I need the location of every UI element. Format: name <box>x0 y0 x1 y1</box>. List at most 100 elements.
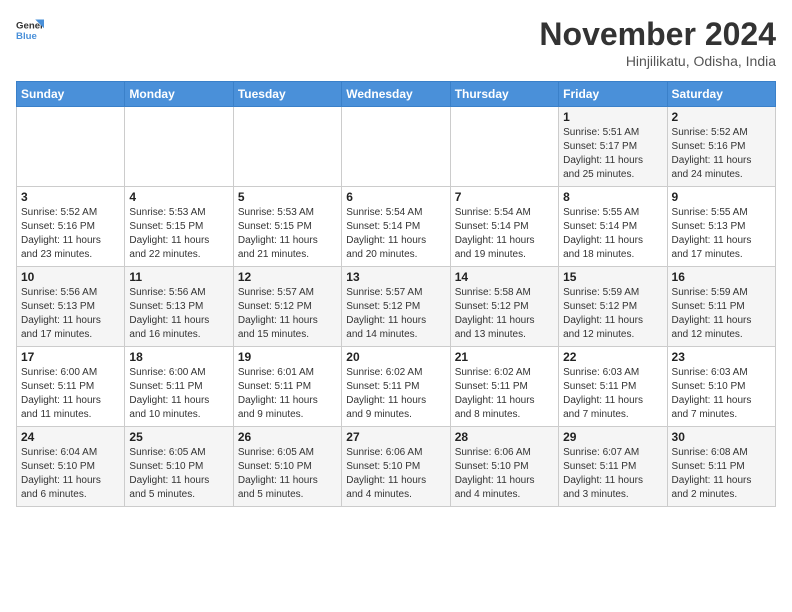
day-info: Sunrise: 5:56 AM Sunset: 5:13 PM Dayligh… <box>129 286 228 342</box>
calendar-day-cell: 17Sunrise: 6:00 AM Sunset: 5:11 PM Dayli… <box>17 347 125 427</box>
logo: General Blue <box>16 16 44 44</box>
calendar-weekday-header: Thursday <box>450 82 558 107</box>
calendar-day-cell: 2Sunrise: 5:52 AM Sunset: 5:16 PM Daylig… <box>667 107 775 187</box>
calendar-weekday-header: Saturday <box>667 82 775 107</box>
calendar-week-row: 3Sunrise: 5:52 AM Sunset: 5:16 PM Daylig… <box>17 187 776 267</box>
calendar-day-cell: 19 Sunrise: 6:01 AM Sunset: 5:11 PM Dayli… <box>233 347 341 427</box>
day-info: Sunrise: 5:55 AM Sunset: 5:13 PM Dayligh… <box>672 206 771 262</box>
day-info: Sunrise: 5:59 AM Sunset: 5:11 PM Dayligh… <box>672 286 771 342</box>
day-info: Sunrise: 6:00 AM Sunset: 5:11 PM Dayligh… <box>129 366 228 422</box>
calendar-day-cell: 22 Sunrise: 6:03 AM Sunset: 5:11 PM Dayli… <box>559 347 667 427</box>
calendar-day-cell: 23 Sunrise: 6:03 AM Sunset: 5:10 PM Dayli… <box>667 347 775 427</box>
calendar-day-cell: 13 Sunrise: 5:57 AM Sunset: 5:12 PM Dayli… <box>342 267 450 347</box>
calendar-day-cell: 21 Sunrise: 6:02 AM Sunset: 5:11 PM Dayli… <box>450 347 558 427</box>
calendar-weekday-header: Wednesday <box>342 82 450 107</box>
calendar-day-cell <box>233 107 341 187</box>
day-info: Sunrise: 6:06 AM Sunset: 5:10 PM Dayligh… <box>455 446 554 502</box>
page-header: General Blue November 2024 Hinjilikatu, … <box>16 16 776 69</box>
day-number: 5 <box>238 190 337 204</box>
title-block: November 2024 Hinjilikatu, Odisha, India <box>539 16 776 69</box>
day-info: Sunrise: 6:05 AM Sunset: 5:10 PM Dayligh… <box>238 446 337 502</box>
day-info: Sunrise: 6:03 AM Sunset: 5:10 PM Dayligh… <box>672 366 771 422</box>
day-info: Sunrise: 6:07 AM Sunset: 5:11 PM Dayligh… <box>563 446 662 502</box>
day-info: Sunrise: 6:02 AM Sunset: 5:11 PM Dayligh… <box>455 366 554 422</box>
calendar-day-cell: 14 Sunrise: 5:58 AM Sunset: 5:12 PM Dayli… <box>450 267 558 347</box>
logo-icon: General Blue <box>16 16 44 44</box>
calendar-week-row: 1 Sunrise: 5:51 AM Sunset: 5:17 PM Daylig… <box>17 107 776 187</box>
day-number: 11 <box>129 270 228 284</box>
day-number: 12 <box>238 270 337 284</box>
day-number: 7 <box>455 190 554 204</box>
day-info: Sunrise: 5:53 AM Sunset: 5:15 PM Dayligh… <box>238 206 337 262</box>
day-number: 14 <box>455 270 554 284</box>
day-info: Sunrise: 5:58 AM Sunset: 5:12 PM Dayligh… <box>455 286 554 342</box>
calendar-week-row: 17Sunrise: 6:00 AM Sunset: 5:11 PM Dayli… <box>17 347 776 427</box>
day-info: Sunrise: 6:08 AM Sunset: 5:11 PM Dayligh… <box>672 446 771 502</box>
calendar-weekday-header: Monday <box>125 82 233 107</box>
day-info: Sunrise: 5:57 AM Sunset: 5:12 PM Dayligh… <box>238 286 337 342</box>
day-number: 4 <box>129 190 228 204</box>
calendar-weekday-header: Tuesday <box>233 82 341 107</box>
day-info: Sunrise: 6:00 AM Sunset: 5:11 PM Dayligh… <box>21 366 120 422</box>
calendar-week-row: 24Sunrise: 6:04 AM Sunset: 5:10 PM Dayli… <box>17 427 776 507</box>
svg-text:Blue: Blue <box>16 31 37 42</box>
day-number: 21 <box>455 350 554 364</box>
calendar-day-cell: 16 Sunrise: 5:59 AM Sunset: 5:11 PM Dayli… <box>667 267 775 347</box>
day-info: Sunrise: 6:04 AM Sunset: 5:10 PM Dayligh… <box>21 446 120 502</box>
calendar-day-cell: 5 Sunrise: 5:53 AM Sunset: 5:15 PM Daylig… <box>233 187 341 267</box>
day-number: 27 <box>346 430 445 444</box>
day-number: 6 <box>346 190 445 204</box>
day-number: 13 <box>346 270 445 284</box>
calendar-day-cell: 7 Sunrise: 5:54 AM Sunset: 5:14 PM Daylig… <box>450 187 558 267</box>
calendar-day-cell: 27 Sunrise: 6:06 AM Sunset: 5:10 PM Dayli… <box>342 427 450 507</box>
day-number: 1 <box>563 110 662 124</box>
day-info: Sunrise: 6:03 AM Sunset: 5:11 PM Dayligh… <box>563 366 662 422</box>
day-number: 8 <box>563 190 662 204</box>
day-number: 16 <box>672 270 771 284</box>
day-info: Sunrise: 5:59 AM Sunset: 5:12 PM Dayligh… <box>563 286 662 342</box>
day-info: Sunrise: 5:52 AM Sunset: 5:16 PM Dayligh… <box>21 206 120 262</box>
day-number: 15 <box>563 270 662 284</box>
day-info: Sunrise: 5:53 AM Sunset: 5:15 PM Dayligh… <box>129 206 228 262</box>
day-info: Sunrise: 6:06 AM Sunset: 5:10 PM Dayligh… <box>346 446 445 502</box>
day-number: 19 <box>238 350 337 364</box>
calendar-day-cell: 11 Sunrise: 5:56 AM Sunset: 5:13 PM Dayli… <box>125 267 233 347</box>
calendar-day-cell: 25 Sunrise: 6:05 AM Sunset: 5:10 PM Dayli… <box>125 427 233 507</box>
calendar-day-cell: 10 Sunrise: 5:56 AM Sunset: 5:13 PM Dayli… <box>17 267 125 347</box>
day-info: Sunrise: 5:54 AM Sunset: 5:14 PM Dayligh… <box>455 206 554 262</box>
calendar-day-cell: 18 Sunrise: 6:00 AM Sunset: 5:11 PM Dayli… <box>125 347 233 427</box>
calendar-week-row: 10 Sunrise: 5:56 AM Sunset: 5:13 PM Dayli… <box>17 267 776 347</box>
day-number: 2 <box>672 110 771 124</box>
calendar-day-cell: 29 Sunrise: 6:07 AM Sunset: 5:11 PM Dayli… <box>559 427 667 507</box>
calendar-day-cell <box>450 107 558 187</box>
day-info: Sunrise: 5:57 AM Sunset: 5:12 PM Dayligh… <box>346 286 445 342</box>
day-number: 22 <box>563 350 662 364</box>
calendar-day-cell: 3Sunrise: 5:52 AM Sunset: 5:16 PM Daylig… <box>17 187 125 267</box>
day-number: 26 <box>238 430 337 444</box>
calendar-table: SundayMondayTuesdayWednesdayThursdayFrid… <box>16 81 776 507</box>
calendar-day-cell: 6Sunrise: 5:54 AM Sunset: 5:14 PM Daylig… <box>342 187 450 267</box>
day-number: 30 <box>672 430 771 444</box>
day-number: 25 <box>129 430 228 444</box>
calendar-day-cell: 4 Sunrise: 5:53 AM Sunset: 5:15 PM Daylig… <box>125 187 233 267</box>
calendar-day-cell: 24Sunrise: 6:04 AM Sunset: 5:10 PM Dayli… <box>17 427 125 507</box>
calendar-day-cell <box>125 107 233 187</box>
day-number: 28 <box>455 430 554 444</box>
month-title: November 2024 <box>539 16 776 53</box>
day-info: Sunrise: 6:01 AM Sunset: 5:11 PM Dayligh… <box>238 366 337 422</box>
day-number: 10 <box>21 270 120 284</box>
day-number: 20 <box>346 350 445 364</box>
calendar-day-cell: 9 Sunrise: 5:55 AM Sunset: 5:13 PM Daylig… <box>667 187 775 267</box>
day-info: Sunrise: 5:51 AM Sunset: 5:17 PM Dayligh… <box>563 126 662 182</box>
day-number: 9 <box>672 190 771 204</box>
day-number: 23 <box>672 350 771 364</box>
calendar-day-cell: 20Sunrise: 6:02 AM Sunset: 5:11 PM Dayli… <box>342 347 450 427</box>
day-info: Sunrise: 6:05 AM Sunset: 5:10 PM Dayligh… <box>129 446 228 502</box>
day-number: 18 <box>129 350 228 364</box>
calendar-weekday-header: Friday <box>559 82 667 107</box>
calendar-day-cell: 26 Sunrise: 6:05 AM Sunset: 5:10 PM Dayli… <box>233 427 341 507</box>
calendar-day-cell: 15 Sunrise: 5:59 AM Sunset: 5:12 PM Dayli… <box>559 267 667 347</box>
day-number: 29 <box>563 430 662 444</box>
day-info: Sunrise: 5:56 AM Sunset: 5:13 PM Dayligh… <box>21 286 120 342</box>
calendar-day-cell: 30 Sunrise: 6:08 AM Sunset: 5:11 PM Dayli… <box>667 427 775 507</box>
